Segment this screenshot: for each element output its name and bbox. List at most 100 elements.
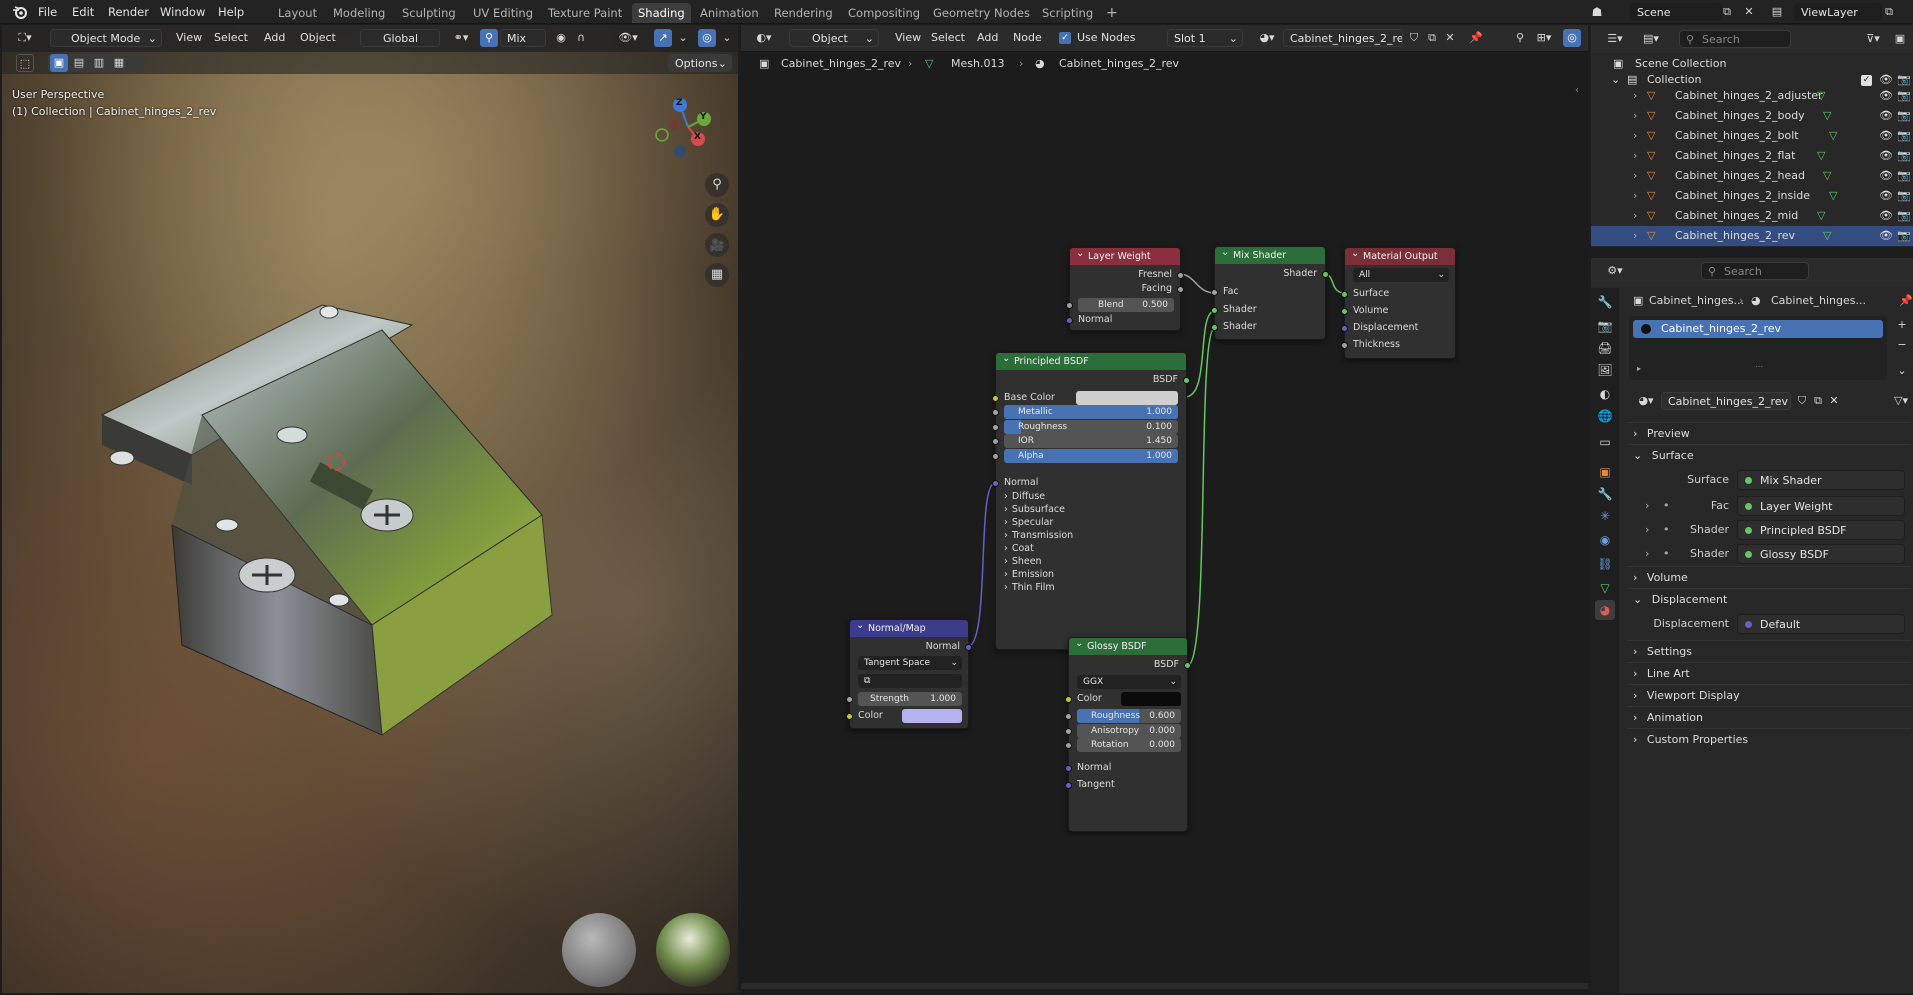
eye-icon[interactable]: 👁: [1879, 166, 1893, 186]
expand-arrow-icon[interactable]: ›: [1633, 146, 1637, 166]
particles-tab-icon[interactable]: ✳: [1595, 506, 1615, 526]
camera-view-icon[interactable]: 🎥: [705, 233, 729, 257]
scene-icon[interactable]: ☗: [1588, 3, 1606, 21]
zoom-icon[interactable]: ⚲: [705, 173, 729, 197]
viewport-menu-select[interactable]: Select: [210, 29, 252, 47]
workspace-tab-texture-paint[interactable]: Texture Paint: [542, 3, 628, 23]
principled-panel-coat[interactable]: › Coat: [1004, 542, 1034, 556]
outliner-row-object[interactable]: › ▽ Cabinet_hinges_2_inside ▽ 👁 📷: [1591, 186, 1913, 206]
input-socket-roughness[interactable]: [992, 423, 999, 431]
area-divider[interactable]: [1591, 247, 1913, 255]
selection-mode-buttons[interactable]: ▣ ▤ ▥ ▦: [48, 54, 144, 72]
editor-type-properties-icon[interactable]: ⚙▾: [1601, 262, 1629, 280]
render-tab-icon[interactable]: 📷: [1595, 316, 1615, 336]
camera-icon[interactable]: 📷: [1897, 166, 1911, 186]
output-socket-bsdf[interactable]: [1184, 662, 1191, 669]
collection-tab-icon[interactable]: ▭: [1595, 432, 1615, 452]
input-socket-fac[interactable]: [1211, 289, 1218, 296]
tool-tab-icon[interactable]: 🔧: [1595, 292, 1615, 312]
uv-map-field[interactable]: ⧉: [858, 674, 962, 688]
editor-type-outliner-icon[interactable]: ☰▾: [1601, 30, 1629, 48]
menu-help[interactable]: Help: [218, 3, 244, 21]
viewport-menu-view[interactable]: View: [172, 29, 206, 47]
panel-animation[interactable]: › Animation: [1627, 706, 1911, 728]
surface-row-field[interactable]: Layer Weight: [1737, 496, 1905, 516]
expand-arrow-icon[interactable]: ›: [1633, 106, 1637, 126]
object-tab-icon[interactable]: ▣: [1595, 462, 1615, 482]
input-socket-rotation[interactable]: [1065, 742, 1072, 749]
distribution-dropdown[interactable]: GGX ⌄: [1077, 675, 1181, 689]
outliner-row-object[interactable]: › ▽ Cabinet_hinges_2_flat ▽ 👁 📷: [1591, 146, 1913, 166]
output-tab-icon[interactable]: 🖨: [1595, 338, 1615, 358]
input-socket-surface[interactable]: [1341, 291, 1348, 298]
menu-edit[interactable]: Edit: [72, 3, 94, 21]
ortho-grid-icon[interactable]: ▦: [705, 263, 729, 287]
view-layer-tab-icon[interactable]: 🖼: [1595, 360, 1615, 380]
material-tab-icon[interactable]: ◕: [1595, 600, 1615, 620]
input-socket-normal[interactable]: [1065, 765, 1072, 772]
output-socket-fresnel[interactable]: [1177, 272, 1184, 279]
surface-row-field[interactable]: Mix Shader: [1737, 470, 1905, 490]
input-socket-tangent[interactable]: [1065, 782, 1072, 789]
outliner-row-object[interactable]: › ▽ Cabinet_hinges_2_bolt ▽ 👁 📷: [1591, 126, 1913, 146]
output-target-dropdown[interactable]: All ⌄: [1353, 268, 1449, 282]
workspace-tab-geometry-nodes[interactable]: Geometry Nodes: [927, 3, 1036, 23]
overlay-dropdown-icon[interactable]: ⌄: [718, 29, 736, 47]
material-slot-list[interactable]: Cabinet_hinges_2_rev ▸ ⋯: [1629, 316, 1887, 380]
shader-node-editor[interactable]: ◐▾ Object ⌄ View Select Add Node ✓ Use No…: [741, 25, 1588, 993]
add-slot-icon[interactable]: +: [1893, 316, 1911, 334]
normal-color-swatch[interactable]: [902, 709, 962, 723]
base-color-swatch[interactable]: [1076, 391, 1178, 405]
hinge-model[interactable]: [82, 265, 622, 745]
eye-icon[interactable]: 👁: [1879, 126, 1893, 146]
navigation-gizmo[interactable]: Z Y X: [652, 93, 722, 169]
input-socket-normal[interactable]: [992, 480, 999, 487]
workspace-tab-sculpting[interactable]: Sculpting: [396, 3, 462, 23]
display-mode-icon[interactable]: ▤▾: [1637, 30, 1665, 48]
panel-line-art[interactable]: › Line Art: [1627, 662, 1911, 684]
input-socket-normal[interactable]: [1066, 317, 1073, 324]
eye-icon[interactable]: 👁: [1879, 106, 1893, 126]
3d-viewport[interactable]: ⛶▾ Object Mode ⌄ View Select Add Object G…: [2, 25, 738, 993]
field-label[interactable]: Roughness: [1018, 422, 1067, 432]
eye-icon[interactable]: 👁: [1879, 146, 1893, 166]
field-rotation[interactable]: Rotation 0.000: [1077, 738, 1181, 752]
panel-settings[interactable]: › Settings: [1627, 640, 1911, 662]
field-roughness[interactable]: Roughness 0.100: [1004, 419, 1178, 434]
eye-icon[interactable]: 👁: [1879, 86, 1893, 106]
blender-logo-icon[interactable]: [12, 4, 28, 20]
view-layer-selector[interactable]: ViewLayer: [1794, 3, 1882, 21]
field-alpha[interactable]: Alpha 1.000: [1004, 448, 1178, 463]
principled-panel-transmission[interactable]: › Transmission: [1004, 529, 1073, 543]
panel-displacement[interactable]: ⌄ Displacement: [1627, 588, 1911, 610]
panel-surface[interactable]: ⌄ Surface: [1627, 444, 1911, 466]
strength-field[interactable]: Strength 1.000: [858, 692, 962, 706]
expand-arrow-icon[interactable]: ›: [1633, 226, 1637, 246]
resize-grip-icon[interactable]: ⋯: [1755, 362, 1763, 371]
viewport-menu-object[interactable]: Object: [296, 29, 340, 47]
principled-panel-diffuse[interactable]: › Diffuse: [1004, 490, 1045, 504]
scene-tab-icon[interactable]: ◐: [1595, 384, 1615, 404]
field-ior[interactable]: IOR 1.450: [1004, 434, 1178, 448]
proportional-edit-icon[interactable]: ◉: [552, 29, 570, 47]
panel-volume[interactable]: › Volume: [1627, 566, 1911, 588]
workspace-tab-compositing[interactable]: Compositing: [842, 3, 926, 23]
workspace-tab-layout[interactable]: Layout: [272, 3, 323, 23]
outliner[interactable]: ☰▾ ▤▾ ⚲ Search ⊽▾ ▣ ▣ Scene Collection ⌄ …: [1591, 25, 1913, 255]
select-new-icon[interactable]: ▣: [50, 54, 68, 72]
field-label[interactable]: IOR: [1018, 436, 1034, 446]
editor-type-3d-icon[interactable]: ⛶▾: [10, 29, 40, 47]
input-socket-displacement[interactable]: [1341, 325, 1348, 332]
new-collection-icon[interactable]: ▣: [1891, 30, 1909, 48]
principled-panel-emission[interactable]: › Emission: [1004, 568, 1054, 582]
node-mix-shader[interactable]: Mix Shader Shader Fac Shader Shader: [1211, 244, 1329, 340]
input-socket-color[interactable]: [1065, 696, 1072, 703]
properties-search-input[interactable]: ⚲ Search: [1701, 262, 1809, 280]
field-roughness[interactable]: Roughness 0.600: [1077, 709, 1181, 723]
menu-file[interactable]: File: [38, 3, 57, 21]
falloff-curve-icon[interactable]: ∩: [572, 29, 590, 47]
link-dropdown-icon[interactable]: ▽▾: [1889, 392, 1913, 410]
node-layer-weight[interactable]: Layer Weight Fresnel Facing Blend 0.500 …: [1066, 245, 1184, 331]
output-socket-bsdf[interactable]: [1183, 377, 1190, 384]
camera-icon[interactable]: 📷: [1897, 86, 1911, 106]
